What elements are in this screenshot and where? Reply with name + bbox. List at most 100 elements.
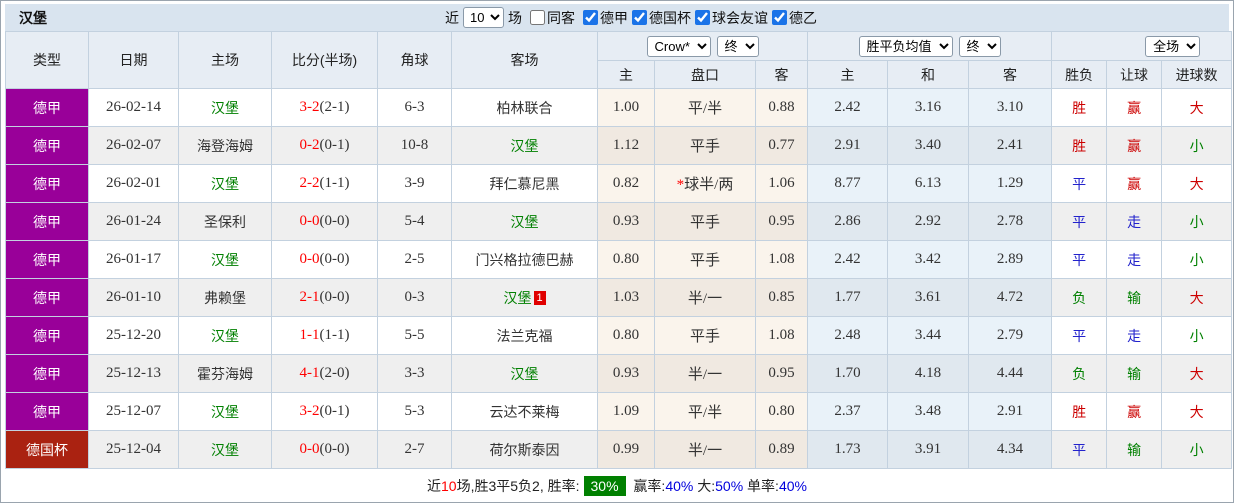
sub-header-avg-draw: 和 <box>887 60 970 89</box>
avg-draw: 3.16 <box>887 88 970 127</box>
avg-home: 1.70 <box>807 354 889 393</box>
match-date: 25-12-07 <box>88 392 179 431</box>
away-team-link[interactable]: 云达不莱梅 <box>451 392 598 431</box>
same-opponent-toggle[interactable]: 同客 <box>526 8 575 28</box>
league-filter-label: 德乙 <box>789 9 817 26</box>
away-team-link[interactable]: 汉堡 <box>451 126 598 165</box>
handicap-result-cell: 赢 <box>1106 392 1163 431</box>
away-team-link[interactable]: 汉堡 <box>451 202 598 241</box>
handicap-result-cell: 走 <box>1106 202 1163 241</box>
odds-away: 0.88 <box>754 88 809 127</box>
bookmaker-time-select[interactable]: 终 <box>716 35 759 57</box>
corners-cell: 6-3 <box>377 88 452 127</box>
away-team-link[interactable]: 门兴格拉德巴赫 <box>451 240 598 279</box>
avg-away: 2.41 <box>968 126 1053 165</box>
home-team-link[interactable]: 弗赖堡 <box>178 278 272 317</box>
avg-home: 2.42 <box>807 88 889 127</box>
home-team-link[interactable]: 霍芬海姆 <box>178 354 272 393</box>
bookmaker-select[interactable]: Crow* <box>646 35 711 57</box>
avg-home: 2.86 <box>807 202 889 241</box>
handicap-result-cell: 走 <box>1106 240 1163 279</box>
handicap: 平手 <box>654 240 756 279</box>
sub-header-handicap: 盘口 <box>654 60 756 89</box>
handicap: 平手 <box>654 126 756 165</box>
score-cell: 0-2(0-1) <box>271 126 378 165</box>
scope-select-cell: 全场 <box>1051 31 1233 61</box>
red-card-badge: 1 <box>533 290 546 305</box>
col-header-corner: 角球 <box>377 31 452 89</box>
away-team-link[interactable]: 汉堡 1 <box>451 278 598 317</box>
avg-group-select[interactable]: 胜平负均值 <box>858 35 953 57</box>
goals-cell: 大 <box>1161 392 1233 431</box>
match-date: 25-12-20 <box>88 316 179 355</box>
league-checkbox[interactable] <box>583 10 598 25</box>
handicap: 半/一 <box>654 278 756 317</box>
away-team-link[interactable]: 法兰克福 <box>451 316 598 355</box>
result-cell: 胜 <box>1051 126 1108 165</box>
goals-cell: 大 <box>1161 164 1233 203</box>
avg-draw: 3.91 <box>887 430 970 469</box>
avg-time-select[interactable]: 终 <box>958 35 1001 57</box>
filter-controls: 近 10 场 同客 德甲 德国杯 球会友谊 德乙 <box>445 7 817 28</box>
away-team-link[interactable]: 拜仁慕尼黑 <box>451 164 598 203</box>
table-row: 德国杯 25-12-04 汉堡 0-0(0-0) 2-7 荷尔斯泰因 0.99 半/一 0.89… <box>5 430 1233 469</box>
league-checkbox[interactable] <box>772 10 787 25</box>
single-label: 单率: <box>743 477 779 494</box>
table-row: 德甲 26-02-14 汉堡 3-2(2-1) 6-3 柏林联合 1.00 平/半 0.88 2.… <box>5 88 1233 127</box>
goals-cell: 小 <box>1161 240 1233 279</box>
away-team-link[interactable]: 柏林联合 <box>451 88 598 127</box>
result-cell: 平 <box>1051 164 1108 203</box>
sub-header-avg-away: 客 <box>968 60 1053 89</box>
league-filter-1[interactable]: 德甲 <box>579 8 628 28</box>
sub-header-odds-home: 主 <box>597 60 655 89</box>
league-filter-4[interactable]: 德乙 <box>768 8 817 28</box>
match-date: 25-12-13 <box>88 354 179 393</box>
league-checkbox[interactable] <box>632 10 647 25</box>
sub-header-odds-away: 客 <box>754 60 809 89</box>
recent-count-select[interactable]: 10 <box>463 7 504 28</box>
match-history-table: 类型 日期 主场 比分(半场) 角球 客场 Crow*终 胜平负均值终 全场 <box>5 31 1233 469</box>
home-team-link[interactable]: 圣保利 <box>178 202 272 241</box>
home-team-link[interactable]: 海登海姆 <box>178 126 272 165</box>
league-filter-3[interactable]: 球会友谊 <box>691 8 768 28</box>
handicap-result-cell: 走 <box>1106 316 1163 355</box>
match-date: 26-02-01 <box>88 164 179 203</box>
home-team-link[interactable]: 汉堡 <box>178 316 272 355</box>
avg-select-cell: 胜平负均值终 <box>807 31 1053 61</box>
result-cell: 平 <box>1051 430 1108 469</box>
goals-cell: 小 <box>1161 202 1233 241</box>
league-checkbox[interactable] <box>695 10 710 25</box>
avg-away: 2.89 <box>968 240 1053 279</box>
league-filter-2[interactable]: 德国杯 <box>628 8 691 28</box>
corners-cell: 2-7 <box>377 430 452 469</box>
away-team-link[interactable]: 荷尔斯泰因 <box>451 430 598 469</box>
match-date: 26-01-24 <box>88 202 179 241</box>
result-cell: 负 <box>1051 278 1108 317</box>
home-team-link[interactable]: 汉堡 <box>178 240 272 279</box>
same-opponent-checkbox[interactable] <box>530 10 545 25</box>
handicap: 平手 <box>654 316 756 355</box>
home-team-link[interactable]: 汉堡 <box>178 164 272 203</box>
home-team-link[interactable]: 汉堡 <box>178 392 272 431</box>
corners-cell: 3-9 <box>377 164 452 203</box>
odds-away: 1.08 <box>754 316 809 355</box>
home-team-link[interactable]: 汉堡 <box>178 430 272 469</box>
avg-away: 4.44 <box>968 354 1053 393</box>
odds-away: 0.95 <box>754 354 809 393</box>
handicap: 半/一 <box>654 354 756 393</box>
avg-home: 2.42 <box>807 240 889 279</box>
odds-away: 0.77 <box>754 126 809 165</box>
league-filter-group: 德甲 德国杯 球会友谊 德乙 <box>579 8 817 28</box>
table-row: 德甲 25-12-07 汉堡 3-2(0-1) 5-3 云达不莱梅 1.09 平/半 0.80 2… <box>5 392 1233 431</box>
summary-prefix: 近 <box>427 477 442 494</box>
recent-label: 近 <box>445 9 459 26</box>
match-date: 25-12-04 <box>88 430 179 469</box>
away-team-link[interactable]: 汉堡 <box>451 354 598 393</box>
select-header-row: 类型 日期 主场 比分(半场) 角球 客场 Crow* 终 胜平负均值终 全场 <box>5 31 1233 89</box>
home-team-link[interactable]: 汉堡 <box>178 88 272 127</box>
scope-select[interactable]: 全场 <box>1145 35 1201 57</box>
handicap-result-cell: 输 <box>1106 354 1163 393</box>
avg-home: 2.37 <box>807 392 889 431</box>
summary-count: 10 <box>441 477 457 494</box>
single-pct: 40% <box>778 477 807 494</box>
